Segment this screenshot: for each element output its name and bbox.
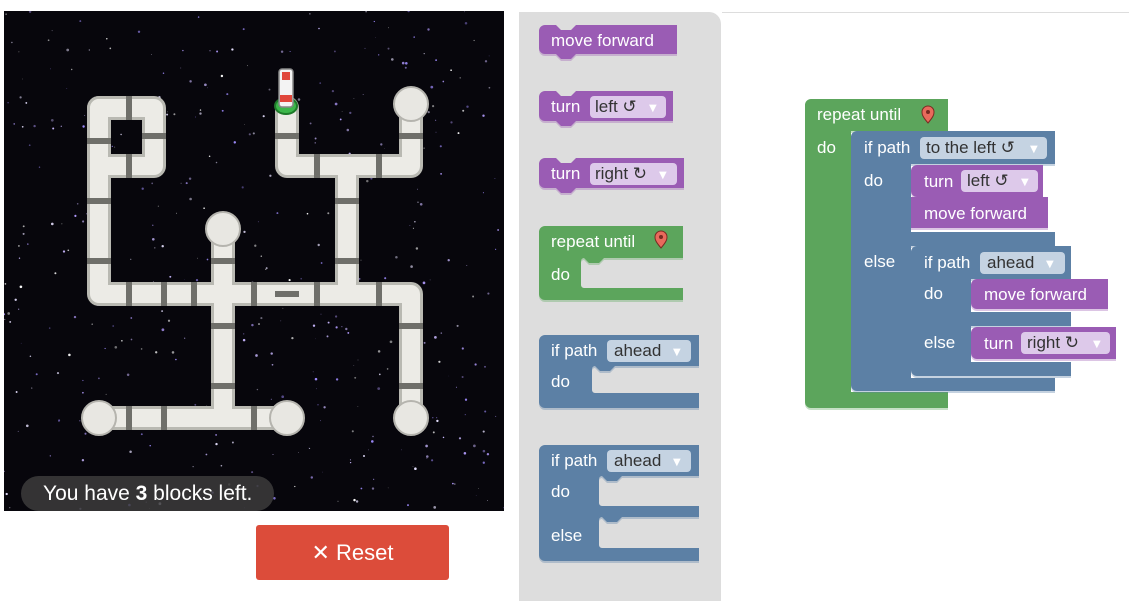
blockly-workspace[interactable]: move forward turn left ↺ ▼ turn right ↻ …	[0, 0, 1129, 601]
dropdown-arrow-icon: ▼	[649, 103, 657, 114]
toolbox-repeat-until-label: repeat until	[551, 232, 635, 251]
program-turn-left-label: turn	[924, 172, 953, 191]
toolbox-repeat-until-block[interactable]: repeat until do	[539, 226, 683, 300]
toolbox-turn-right-block[interactable]: turn right ↻ ▼	[539, 158, 684, 193]
dropdown-arrow-icon: ▼	[659, 170, 667, 181]
program-turn-left-block[interactable]: turn left ↺ ▼	[911, 165, 1043, 197]
toolbox-if-path-block[interactable]: if path ahead ▼ do	[539, 335, 699, 408]
toolbox-turn-left-block[interactable]: turn left ↺ ▼	[539, 91, 673, 126]
program-if-outer-value: to the left ↺	[926, 138, 1015, 157]
program-move2-label: move forward	[984, 285, 1087, 304]
program-if-outer-do-label: do	[864, 171, 883, 190]
dropdown-arrow-icon: ▼	[1021, 177, 1029, 188]
toolbox-if-else-do-label: do	[551, 482, 570, 501]
dropdown-arrow-icon: ▼	[673, 347, 681, 358]
program-if-outer-else-label: else	[864, 252, 895, 271]
program-move1-label: move forward	[924, 204, 1027, 223]
toolbox-turn-right-label: turn	[551, 164, 580, 183]
program-if-inner-else-label: else	[924, 333, 955, 352]
toolbox-if-do-label: do	[551, 372, 570, 391]
program-if-inner-label: if path	[924, 253, 970, 272]
toolbox-if-else-block[interactable]: if path ahead ▼ do else	[539, 445, 699, 561]
toolbox-if-path-label: if path	[551, 341, 597, 360]
toolbox-if-else-else-label: else	[551, 526, 582, 545]
dropdown-arrow-icon: ▼	[1093, 339, 1101, 350]
program-if-outer-label: if path	[864, 138, 910, 157]
dropdown-arrow-icon: ▼	[673, 457, 681, 468]
dropdown-arrow-icon: ▼	[1046, 259, 1054, 270]
program-move-forward-block-2[interactable]: move forward	[971, 279, 1108, 309]
program-repeat-do-label: do	[817, 138, 836, 157]
program-move-forward-block-1[interactable]: move forward	[911, 197, 1048, 228]
program-turn-left-value: left ↺	[967, 171, 1009, 190]
program-turn-right-label: turn	[984, 334, 1013, 353]
toolbox-turn-left-label: turn	[551, 97, 580, 116]
dropdown-arrow-icon: ▼	[1030, 144, 1038, 155]
toolbox-move-forward-label: move forward	[551, 31, 654, 50]
toolbox-turn-left-value: left ↺	[595, 97, 637, 116]
program-turn-right-value: right ↻	[1027, 333, 1079, 352]
toolbox-if-else-label: if path	[551, 451, 597, 470]
toolbox-repeat-do-label: do	[551, 265, 570, 284]
toolbox-if-path-value: ahead	[614, 341, 661, 360]
program-if-inner-do-label: do	[924, 284, 943, 303]
program-repeat-label: repeat until	[817, 105, 901, 124]
toolbox-move-forward-block[interactable]: move forward	[539, 25, 677, 59]
toolbox-if-else-value: ahead	[614, 451, 661, 470]
program-if-inner-value: ahead	[987, 253, 1034, 272]
program-turn-right-block[interactable]: turn right ↻ ▼	[971, 327, 1116, 359]
toolbox-turn-right-value: right ↻	[595, 164, 647, 183]
